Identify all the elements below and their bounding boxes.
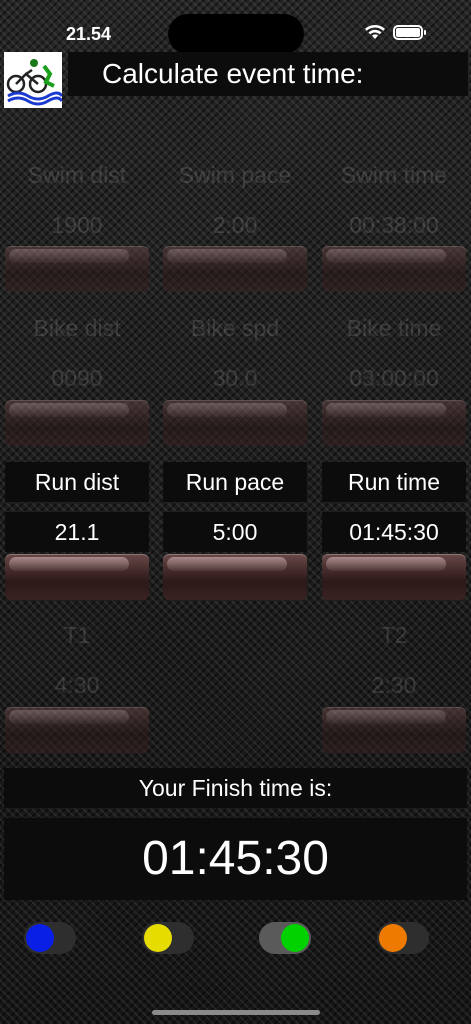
bike-dist-label: Bike dist (33, 315, 121, 341)
swim-dist-value: 1900 (51, 212, 103, 238)
status-bar: 21.54 (0, 0, 471, 54)
run-pace-label: Run pace (163, 462, 307, 502)
t2-label: T2 (380, 622, 408, 648)
swim-dist-label: Swim dist (27, 162, 127, 188)
bike-speed-value: 30.0 (212, 365, 258, 391)
orange-toggle[interactable] (377, 922, 429, 954)
blue-toggle[interactable] (24, 922, 76, 954)
finish-time-value: 01:45:30 (4, 818, 467, 900)
run-time-button[interactable] (322, 554, 466, 600)
swim-time-label: Swim time (340, 162, 448, 188)
swim-pace-label: Swim pace (178, 162, 292, 188)
page-title: Calculate event time: (68, 52, 468, 96)
run-pace-value: 5:00 (163, 512, 307, 552)
swim-time-button[interactable] (322, 246, 466, 292)
camera-notch (168, 14, 304, 54)
triathlon-logo-icon (4, 52, 64, 108)
wifi-icon (365, 25, 385, 39)
bike-speed-button[interactable] (163, 400, 307, 446)
t2-value: 2:30 (371, 672, 417, 698)
run-dist-value: 21.1 (5, 512, 149, 552)
bike-speed-label: Bike spd (190, 315, 280, 341)
t1-button[interactable] (5, 707, 149, 753)
run-time-label: Run time (322, 462, 466, 502)
run-dist-button[interactable] (5, 554, 149, 600)
t1-label: T1 (63, 622, 91, 648)
bike-dist-value: 0090 (51, 365, 103, 391)
orange-toggle-knob (379, 924, 407, 952)
green-toggle-knob (281, 924, 309, 952)
battery-icon (393, 25, 426, 40)
bike-time-button[interactable] (322, 400, 466, 446)
run-time-value: 01:45:30 (322, 512, 466, 552)
swim-dist-button[interactable] (5, 246, 149, 292)
bike-dist-button[interactable] (5, 400, 149, 446)
swim-time-value: 00:38:00 (349, 212, 439, 238)
home-indicator[interactable] (152, 1010, 320, 1015)
finish-time-label: Your Finish time is: (4, 768, 467, 808)
run-pace-button[interactable] (163, 554, 307, 600)
yellow-toggle[interactable] (142, 922, 194, 954)
t2-button[interactable] (322, 707, 466, 753)
t1-value: 4:30 (54, 672, 100, 698)
swim-pace-value: 2:00 (212, 212, 258, 238)
green-toggle[interactable] (259, 922, 311, 954)
bike-time-value: 03:00:00 (349, 365, 439, 391)
swim-pace-button[interactable] (163, 246, 307, 292)
status-time: 21.54 (66, 24, 112, 44)
bike-time-label: Bike time (346, 315, 442, 341)
yellow-toggle-knob (144, 924, 172, 952)
blue-toggle-knob (26, 924, 54, 952)
run-dist-label: Run dist (5, 462, 149, 502)
